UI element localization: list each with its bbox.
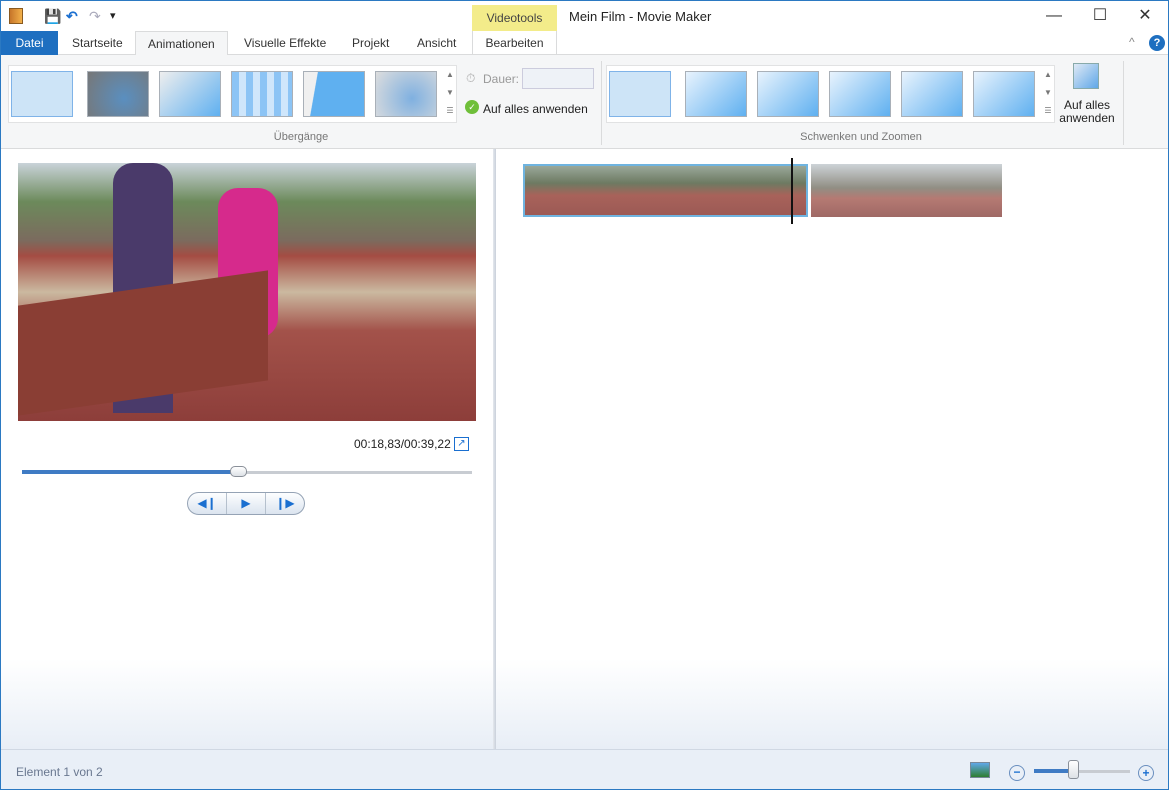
pan-zoom-auto[interactable] [685, 71, 747, 117]
tab-startseite[interactable]: Startseite [60, 31, 135, 55]
gallery-scroll[interactable]: ▲ ▼ ☰ [444, 66, 456, 122]
duration-label: Dauer: [483, 72, 520, 86]
apply-all-line2: anwenden [1059, 111, 1115, 125]
storyboard-clip-2[interactable] [811, 164, 1002, 217]
pan-zoom-up-right[interactable] [901, 71, 963, 117]
thumbnail-size-icon[interactable] [970, 762, 990, 778]
playback-controls: ◀❙ ▶ ❙▶ [187, 492, 305, 515]
zoom-in-button[interactable]: + [1138, 765, 1154, 781]
help-icon[interactable]: ? [1149, 35, 1165, 51]
pane-splitter[interactable] [493, 149, 496, 749]
pan-zoom-down[interactable] [973, 71, 1035, 117]
play-button[interactable]: ▶ [227, 493, 266, 514]
transition-mosaic[interactable] [231, 71, 293, 117]
transition-fade[interactable] [375, 71, 437, 117]
close-button[interactable]: ✕ [1122, 1, 1168, 31]
customize-quick-access-icon[interactable]: ▾ [110, 8, 116, 24]
ribbon: ▲ ▼ ☰ ⏱ Dauer: ✓ Auf alles anwenden Übergä… [1, 55, 1168, 149]
zoom-out-button[interactable]: − [1009, 765, 1025, 781]
save-icon[interactable]: 💾 [44, 8, 61, 24]
status-text: Element 1 von 2 [16, 765, 103, 779]
transition-none[interactable] [11, 71, 73, 117]
gallery-scroll[interactable]: ▲ ▼ ☰ [1042, 66, 1054, 122]
pan-zoom-up-left[interactable] [757, 71, 819, 117]
apply-to-all-transitions-button[interactable]: Auf alles anwenden [483, 102, 588, 116]
pan-zoom-gallery: ▲ ▼ ☰ [606, 65, 1055, 123]
movie-maker-logo-icon [9, 8, 23, 24]
apply-to-all-pan-zoom-button[interactable]: Auf alles anwenden [1059, 99, 1115, 125]
zoom-slider-thumb[interactable] [1068, 760, 1079, 779]
apply-all-icon: ✓ [465, 100, 479, 114]
seek-thumb[interactable] [230, 466, 247, 477]
minimize-button[interactable]: — [1031, 1, 1077, 31]
playhead[interactable] [791, 158, 793, 224]
stopwatch-icon: ⏱ [466, 71, 476, 85]
collapse-ribbon-icon[interactable]: ^ [1129, 35, 1135, 49]
tab-visuelle-effekte[interactable]: Visuelle Effekte [232, 31, 338, 55]
storyboard-clip-1[interactable] [523, 164, 808, 217]
tab-animationen[interactable]: Animationen [135, 31, 228, 56]
fullscreen-icon[interactable]: ↗ [454, 437, 469, 451]
pan-zoom-group-label: Schwenken und Zoomen [800, 131, 922, 143]
seek-progress [22, 470, 238, 474]
transition-slide[interactable] [159, 71, 221, 117]
apply-all-big-icon [1073, 63, 1099, 89]
apply-all-line1: Auf alles [1063, 98, 1111, 112]
playback-time: 00:18,83/00:39,22 [354, 437, 451, 451]
transition-flip[interactable] [303, 71, 365, 117]
transitions-gallery: ▲ ▼ ☰ [8, 65, 457, 123]
tab-projekt[interactable]: Projekt [340, 31, 401, 55]
context-group-videotools: Videotools [472, 5, 557, 32]
status-bar: Element 1 von 2 − + [1, 749, 1168, 789]
video-preview[interactable] [18, 163, 476, 421]
tab-datei[interactable]: Datei [1, 31, 58, 55]
pan-zoom-up[interactable] [829, 71, 891, 117]
undo-icon[interactable]: ↶ [66, 8, 78, 24]
window-title: Mein Film - Movie Maker [569, 9, 712, 24]
title-bar: 💾 ↶ ↷ ▾ Videotools Mein Film - Movie Mak… [1, 1, 1168, 32]
transitions-group-label: Übergänge [273, 131, 329, 143]
ribbon-tabs: Datei Startseite Animationen Visuelle Ef… [1, 31, 1168, 56]
next-frame-button[interactable]: ❙▶ [266, 493, 304, 514]
redo-icon[interactable]: ↷ [89, 8, 101, 24]
previous-frame-button[interactable]: ◀❙ [188, 493, 227, 514]
maximize-button[interactable]: ☐ [1077, 1, 1123, 31]
tab-bearbeiten[interactable]: Bearbeiten [472, 31, 557, 55]
duration-dropdown[interactable] [522, 68, 594, 89]
transition-crossfade[interactable] [87, 71, 149, 117]
tab-ansicht[interactable]: Ansicht [405, 31, 468, 55]
pan-zoom-none[interactable] [609, 71, 671, 117]
